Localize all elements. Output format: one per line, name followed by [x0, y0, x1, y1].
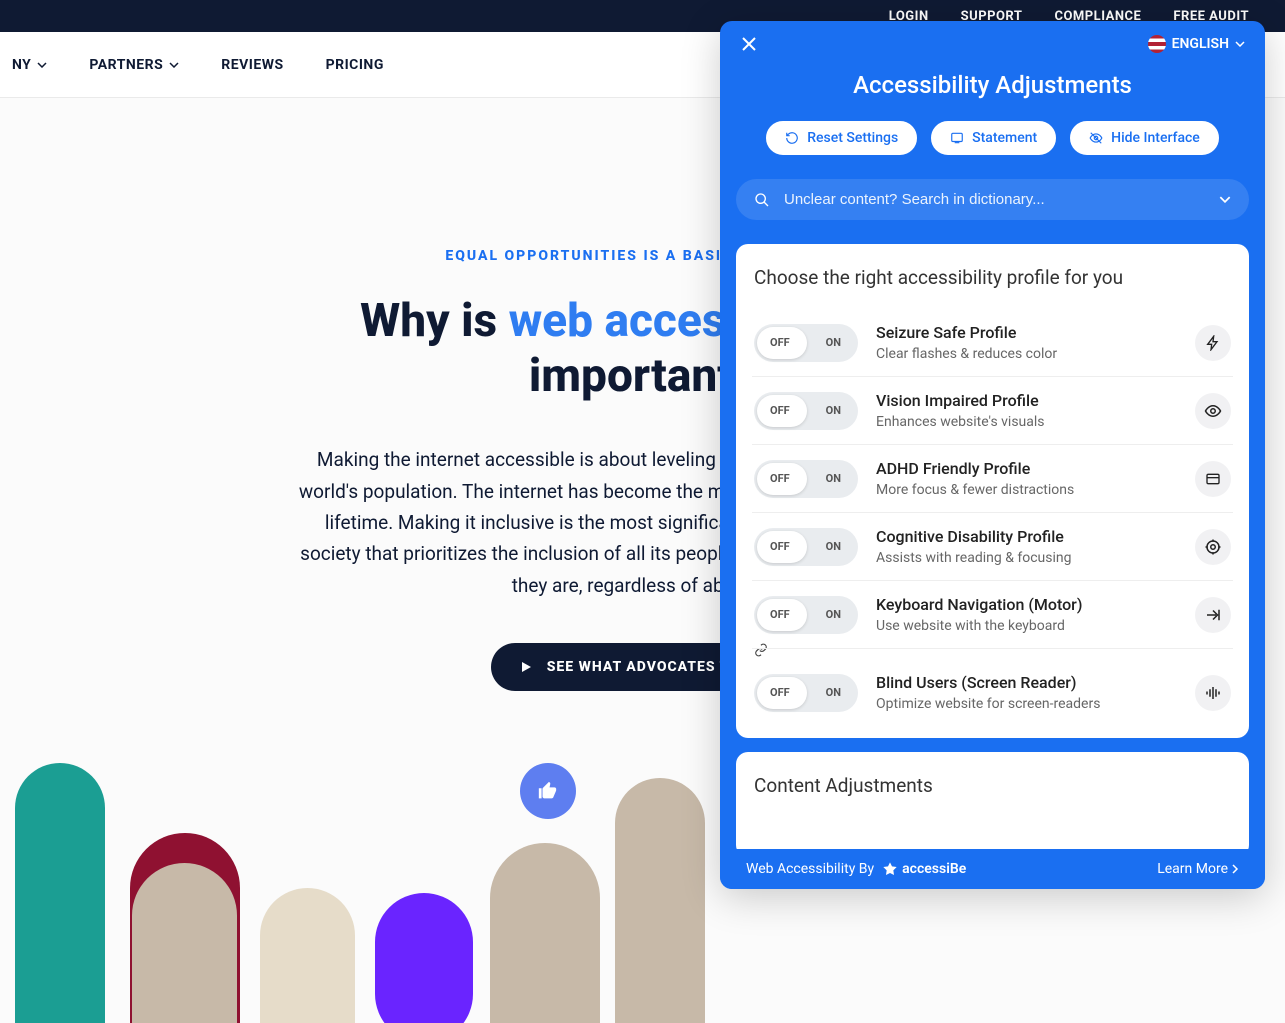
accessibe-logo: accessiBe: [882, 861, 966, 877]
dictionary-search-input[interactable]: [784, 191, 1205, 208]
profile-desc: Use website with the keyboard: [876, 618, 1177, 634]
eye-icon: [1195, 393, 1231, 429]
profile-toggle[interactable]: OFFON: [754, 392, 858, 430]
profile-desc: Enhances website's visuals: [876, 414, 1177, 430]
advocate-photo: [615, 778, 705, 1023]
reset-settings-button[interactable]: Reset Settings: [766, 121, 917, 155]
shape-teal: [15, 763, 105, 1023]
language-label: ENGLISH: [1172, 36, 1229, 52]
chevron-down-icon: [37, 62, 47, 68]
shape-purple: [375, 893, 473, 1023]
profiles-heading: Choose the right accessibility profile f…: [752, 266, 1233, 289]
profiles-card: Choose the right accessibility profile f…: [736, 244, 1249, 738]
profile-toggle[interactable]: OFFON: [754, 324, 858, 362]
profile-title: Vision Impaired Profile: [876, 391, 1177, 410]
profile-title: Cognitive Disability Profile: [876, 527, 1177, 546]
profile-toggle[interactable]: OFFON: [754, 596, 858, 634]
profile-title: Blind Users (Screen Reader): [876, 673, 1177, 692]
footer-by-label: Web Accessibility By: [746, 861, 874, 877]
learn-more-link[interactable]: Learn More: [1157, 861, 1239, 877]
accessibility-widget: ENGLISH Accessibility Adjustments Reset …: [720, 21, 1265, 889]
search-icon: [754, 192, 770, 208]
reset-icon: [785, 131, 799, 145]
profile-title: Seizure Safe Profile: [876, 323, 1177, 342]
profile-toggle[interactable]: OFFON: [754, 674, 858, 712]
audio-icon: [1195, 675, 1231, 711]
dictionary-search[interactable]: [736, 179, 1249, 220]
arrow-tab-icon: [1195, 597, 1231, 633]
target-icon: [1195, 529, 1231, 565]
advocate-photo: [260, 888, 355, 1023]
profile-vision-impaired: OFFON Vision Impaired Profile Enhances w…: [752, 377, 1233, 445]
profile-blind: OFFON Blind Users (Screen Reader) Optimi…: [752, 659, 1233, 726]
profile-desc: More focus & fewer distractions: [876, 482, 1177, 498]
nav-item-reviews[interactable]: REVIEWS: [221, 57, 283, 73]
play-icon: [519, 660, 533, 674]
profile-title: ADHD Friendly Profile: [876, 459, 1177, 478]
thumbs-up-icon: [520, 763, 576, 819]
advocate-photo: [132, 863, 237, 1023]
advocate-photo: [490, 843, 600, 1023]
widget-header: ENGLISH: [720, 21, 1265, 57]
window-icon: [1195, 461, 1231, 497]
profile-title: Keyboard Navigation (Motor): [876, 595, 1177, 614]
chevron-down-icon: [169, 62, 179, 68]
close-button[interactable]: [740, 35, 758, 53]
statement-button[interactable]: Statement: [931, 121, 1056, 155]
profile-seizure-safe: OFFON Seizure Safe Profile Clear flashes…: [752, 309, 1233, 377]
nav-item-label: PRICING: [326, 57, 384, 73]
nav-item-label: NY: [12, 57, 31, 73]
widget-footer: Web Accessibility By accessiBe Learn Mor…: [720, 849, 1265, 889]
flag-us-icon: [1148, 35, 1166, 53]
profile-toggle[interactable]: OFFON: [754, 460, 858, 498]
nav-item-pricing[interactable]: PRICING: [326, 57, 384, 73]
profile-adhd: OFFON ADHD Friendly Profile More focus &…: [752, 445, 1233, 513]
nav-item-label: PARTNERS: [89, 57, 163, 73]
hide-icon: [1089, 131, 1103, 145]
profile-desc: Clear flashes & reduces color: [876, 346, 1177, 362]
hide-interface-button[interactable]: Hide Interface: [1070, 121, 1219, 155]
language-selector[interactable]: ENGLISH: [1148, 35, 1245, 53]
profile-keyboard: OFFON Keyboard Navigation (Motor) Use we…: [752, 581, 1233, 649]
statement-icon: [950, 131, 964, 145]
widget-title: Accessibility Adjustments: [720, 57, 1265, 121]
nav-item-label: REVIEWS: [221, 57, 283, 73]
nav-item-company[interactable]: NY: [12, 57, 47, 73]
profile-toggle[interactable]: OFFON: [754, 528, 858, 566]
content-adjustments-card: Content Adjustments: [736, 752, 1249, 849]
nav-item-partners[interactable]: PARTNERS: [89, 57, 179, 73]
profile-desc: Assists with reading & focusing: [876, 550, 1177, 566]
widget-actions: Reset Settings Statement Hide Interface: [720, 121, 1265, 179]
profile-cognitive: OFFON Cognitive Disability Profile Assis…: [752, 513, 1233, 581]
chevron-down-icon: [1235, 41, 1245, 47]
profile-desc: Optimize website for screen-readers: [876, 696, 1177, 712]
chevron-down-icon: [1219, 196, 1231, 203]
bolt-icon: [1195, 325, 1231, 361]
content-adjustments-heading: Content Adjustments: [752, 774, 1233, 797]
